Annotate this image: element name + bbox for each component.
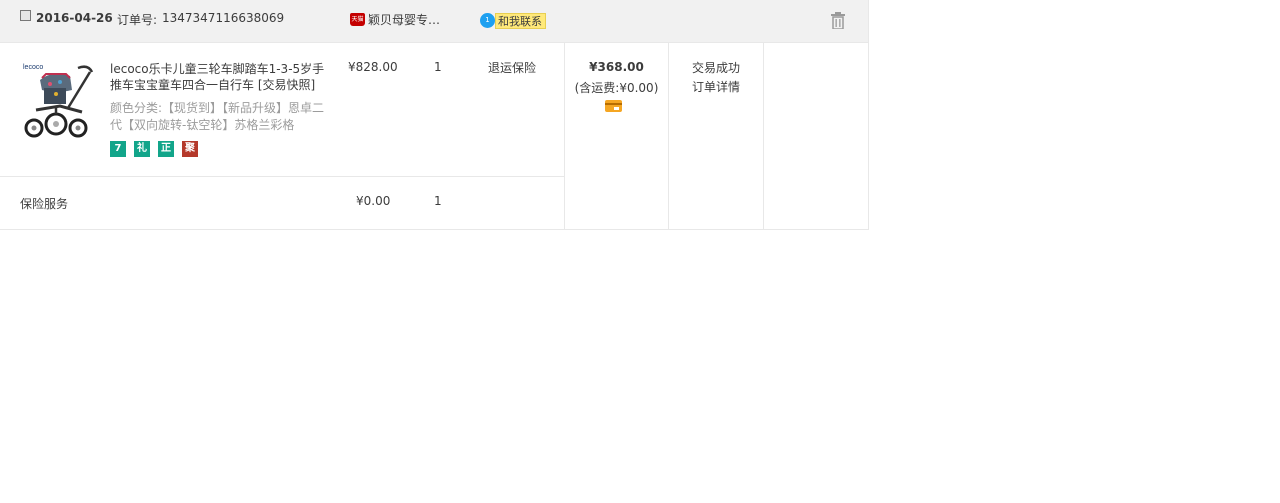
genuine-icon[interactable]: 正 xyxy=(158,141,174,157)
trade-snapshot-link[interactable]: [交易快照] xyxy=(258,78,315,92)
order-number: 1347347116638069 xyxy=(162,11,285,25)
order-detail-link[interactable]: 订单详情 xyxy=(669,78,763,95)
insurance-service-label: 保险服务 xyxy=(20,197,69,211)
tmall-shop-icon: 天猫 xyxy=(350,13,365,26)
credit-card-icon[interactable] xyxy=(605,100,622,112)
order-date: 2016-04-26 xyxy=(36,11,113,25)
insurance-service-quantity: 1 xyxy=(434,194,442,208)
juhuasuan-icon[interactable]: 聚 xyxy=(182,141,198,157)
insurance-service-price: ¥0.00 xyxy=(356,194,391,208)
trash-icon[interactable] xyxy=(830,12,846,29)
shipping-fee: (含运费:¥0.00) xyxy=(574,81,659,95)
product-brand-logo: lecoco xyxy=(23,64,43,71)
product-title-link[interactable]: lecoco乐卡儿童三轮车脚踏车1-3-5岁手推车宝宝童车四合一自行车 [交易快… xyxy=(110,61,332,93)
seven-day-return-icon[interactable]: 7 xyxy=(110,141,126,157)
product-spec: 颜色分类:【现货到】【新品升级】恩卓二代【双向旋转-钛空轮】苏格兰彩格 xyxy=(110,101,325,132)
row-divider xyxy=(0,176,564,177)
column-divider xyxy=(763,43,764,229)
return-shipping-insurance-link[interactable]: 退运保险 xyxy=(488,59,536,76)
chat-bubble-icon[interactable]: 1 xyxy=(480,13,495,28)
quantity: 1 xyxy=(434,60,442,74)
contact-seller-button[interactable]: 和我联系 xyxy=(495,13,546,29)
order-checkbox[interactable] xyxy=(20,10,31,21)
shop-name-link[interactable]: 颖贝母婴专… xyxy=(368,11,448,28)
order-header: 2016-04-26 订单号: 1347347116638069 天猫 颖贝母婴… xyxy=(0,0,868,43)
order-total: ¥368.00 xyxy=(589,60,644,74)
gift-icon[interactable]: 礼 xyxy=(134,141,150,157)
unit-price: ¥828.00 xyxy=(348,60,398,74)
product-image[interactable]: lecoco xyxy=(20,60,100,142)
order-card: 2016-04-26 订单号: 1347347116638069 天猫 颖贝母婴… xyxy=(0,0,869,230)
order-status: 交易成功 xyxy=(691,61,740,75)
order-number-label: 订单号: xyxy=(117,13,158,27)
